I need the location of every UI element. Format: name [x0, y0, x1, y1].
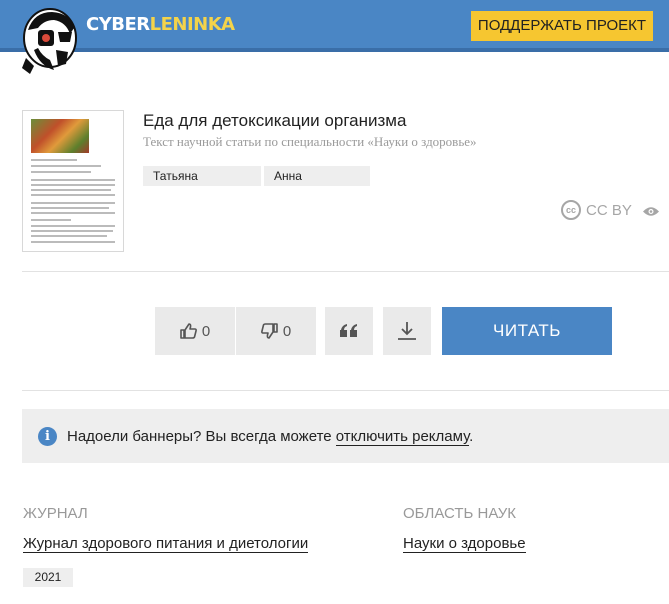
cite-button[interactable] [325, 307, 373, 355]
info-icon: i [38, 427, 57, 446]
like-button[interactable]: 0 [155, 307, 235, 355]
preview-food-image [31, 119, 89, 153]
ad-notice-banner: i Надоели баннеры? Вы всегда можете откл… [22, 409, 669, 463]
cyberleninka-logo-icon[interactable] [20, 8, 80, 74]
logo-text-part2: LENINKA [149, 14, 235, 35]
section-divider [22, 390, 669, 391]
eye-icon [643, 204, 659, 216]
journal-label: ЖУРНАЛ [23, 505, 88, 522]
download-icon [398, 322, 416, 340]
author-tag[interactable]: Анна [264, 166, 370, 186]
field-link[interactable]: Науки о здоровье [403, 535, 526, 553]
dislike-count: 0 [282, 322, 292, 340]
article-title: Еда для детоксикации организма [143, 111, 407, 130]
support-project-button[interactable]: ПОДДЕРЖАТЬ ПРОЕКТ [471, 11, 653, 41]
license-label: CC BY [586, 201, 632, 219]
disable-ads-link[interactable]: отключить рекламу [335, 428, 470, 446]
journal-link[interactable]: Журнал здорового питания и диетологии [23, 535, 309, 553]
logo-text-part1: CYBER [86, 14, 150, 35]
thumbs-up-icon [180, 323, 197, 339]
author-tag[interactable]: Татьяна [143, 166, 261, 186]
article-preview-thumbnail[interactable] [22, 110, 124, 252]
like-count: 0 [201, 322, 211, 340]
section-divider [22, 271, 669, 272]
license-badge[interactable]: cc CC BY [561, 200, 632, 220]
site-logo-text[interactable]: CYBERLENINKA [86, 14, 235, 35]
thumbs-down-icon [260, 323, 278, 339]
article-subtitle[interactable]: Текст научной статьи по специальности «Н… [143, 134, 477, 150]
year-tag[interactable]: 2021 [23, 568, 73, 587]
quote-icon [340, 324, 357, 337]
dislike-button[interactable]: 0 [236, 307, 316, 355]
read-button[interactable]: ЧИТАТЬ [442, 307, 612, 355]
field-label: ОБЛАСТЬ НАУК [403, 505, 516, 522]
creative-commons-icon: cc [561, 200, 581, 220]
download-button[interactable] [383, 307, 431, 355]
notice-text: Надоели баннеры? Вы всегда можете отключ… [67, 428, 474, 446]
